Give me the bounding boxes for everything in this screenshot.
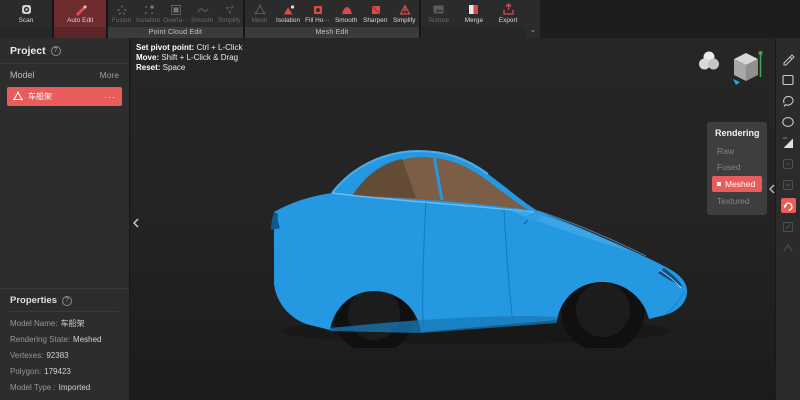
more-button[interactable]: More [100, 70, 119, 80]
disabled-tool-icon-4[interactable] [781, 240, 796, 255]
texture-button[interactable]: Texture [421, 0, 456, 27]
auto-edit-block: Auto Edit [54, 0, 106, 38]
chevron-left-small-icon [769, 184, 775, 194]
rendering-panel-title: Rendering [707, 127, 767, 143]
delete-selection-icon[interactable] [781, 198, 796, 213]
smooth-wave-icon [196, 3, 209, 16]
model-section-label: Model [10, 70, 35, 80]
3d-viewport[interactable]: Set pivot point: Ctrl + L-Click Move: Sh… [131, 38, 775, 400]
chevron-left-icon [133, 218, 139, 228]
fusion-dots-icon [115, 3, 128, 16]
toolbar-filler [540, 0, 800, 38]
prop-vertexes: Vertexes:92383 [10, 348, 119, 364]
rendering-option-raw[interactable]: Raw [707, 143, 767, 159]
invert-selection-icon[interactable] [781, 135, 796, 150]
prop-model-type: Model Type :Imported [10, 380, 119, 396]
fill-holes-button[interactable]: Fill Ho··· [303, 0, 332, 27]
disabled-tool-icon-2[interactable] [781, 177, 796, 192]
prop-polygon: Polygon:179423 [10, 364, 119, 380]
sharpen-button[interactable]: Sharpen [361, 0, 390, 27]
magic-pen-icon [74, 3, 87, 16]
rendering-option-textured[interactable]: Textured [707, 193, 767, 209]
point-cloud-edit-group: Fusion Isolation Overla··· [108, 0, 243, 38]
rendering-option-fused[interactable]: Fused [707, 159, 767, 175]
scanner-icon [20, 3, 33, 16]
red-simplify-icon [398, 3, 411, 16]
rect-select-icon[interactable] [781, 72, 796, 87]
mesh-smooth-button[interactable]: Smooth [332, 0, 361, 27]
deselect-pen-icon[interactable] [781, 51, 796, 66]
auto-edit-label: Auto Edit [67, 17, 93, 23]
export-button[interactable]: Export [491, 0, 526, 27]
output-block: Texture Merge Export [421, 0, 526, 38]
app-window: Scan Auto Edit [0, 0, 800, 400]
mesh-edit-group: Mesh Isolation Fill Ho··· [245, 0, 419, 38]
disabled-tool-icon-1[interactable] [781, 156, 796, 171]
top-toolbar: Scan Auto Edit [0, 0, 800, 38]
fusion-button[interactable]: Fusion [108, 0, 135, 27]
mesh-isolation-button[interactable]: Isolation [274, 0, 303, 27]
prop-model-name: Model Name:车船架 [10, 316, 119, 332]
red-fill-holes-icon [311, 3, 324, 16]
mesh-edit-group-label: Mesh Edit [245, 27, 419, 38]
scan-button[interactable]: Scan [0, 0, 52, 27]
rendering-panel: Rendering Raw Fused Meshed Textured [707, 122, 767, 215]
pc-isolation-button[interactable]: Isolation [135, 0, 162, 27]
merge-icon [467, 3, 480, 16]
auto-edit-button[interactable]: Auto Edit [54, 0, 106, 27]
isolation-dots-icon [142, 3, 155, 16]
pc-smooth-button[interactable]: Smooth [189, 0, 216, 27]
red-sharpen-icon [369, 3, 382, 16]
simplify-dots-icon [223, 3, 236, 16]
pc-simplify-button[interactable]: Simplify [216, 0, 243, 27]
model-item-menu-icon[interactable]: ··· [104, 92, 116, 102]
properties-title: Properties [10, 295, 57, 306]
project-panel-title: Project [10, 45, 46, 57]
point-cloud-edit-group-label: Point Cloud Edit [108, 27, 243, 38]
export-icon [502, 3, 515, 16]
mesh-triangle-icon [13, 88, 23, 106]
ellipse-select-icon[interactable] [781, 114, 796, 129]
project-help-icon[interactable]: ? [51, 46, 61, 56]
left-panel-collapse-handle[interactable] [131, 210, 141, 236]
model-item-name: 车船架 [28, 91, 99, 102]
view-cube-icon[interactable] [731, 50, 763, 88]
merge-button[interactable]: Merge [456, 0, 491, 27]
red-isolation-icon [282, 3, 295, 16]
mesh-button[interactable]: Mesh [245, 0, 274, 27]
overlap-detection-button[interactable]: Overla··· [162, 0, 189, 27]
scan-label: Scan [19, 17, 34, 23]
scan-block: Scan [0, 0, 52, 38]
properties-help-icon[interactable]: ? [62, 296, 72, 306]
viewport-hints: Set pivot point: Ctrl + L-Click Move: Sh… [136, 43, 242, 73]
disabled-tool-icon-3[interactable] [781, 219, 796, 234]
export-dropdown-chevron[interactable]: ⌄ [526, 0, 540, 38]
mesh-simplify-button[interactable]: Simplify [390, 0, 419, 27]
red-smooth-icon [340, 3, 353, 16]
selected-bullet-icon [717, 182, 721, 186]
rendering-option-meshed[interactable]: Meshed [712, 176, 762, 192]
car-model [266, 148, 696, 348]
texture-image-icon [432, 3, 445, 16]
project-panel: Project ? Model More 车船架 ··· Properties … [0, 38, 130, 400]
properties-panel: Properties ? Model Name:车船架 Rendering St… [0, 288, 129, 400]
prop-rendering-state: Rendering State:Meshed [10, 332, 119, 348]
lasso-select-icon[interactable] [781, 93, 796, 108]
model-list-item-selected[interactable]: 车船架 ··· [7, 87, 122, 106]
point-cloud-blob-icon[interactable] [698, 50, 720, 72]
chevron-down-icon: ⌄ [530, 25, 537, 34]
overlap-icon [169, 3, 182, 16]
right-strip-collapse-handle[interactable] [767, 178, 776, 200]
selection-tool-strip [775, 38, 800, 400]
mesh-triangles-icon [253, 3, 266, 16]
